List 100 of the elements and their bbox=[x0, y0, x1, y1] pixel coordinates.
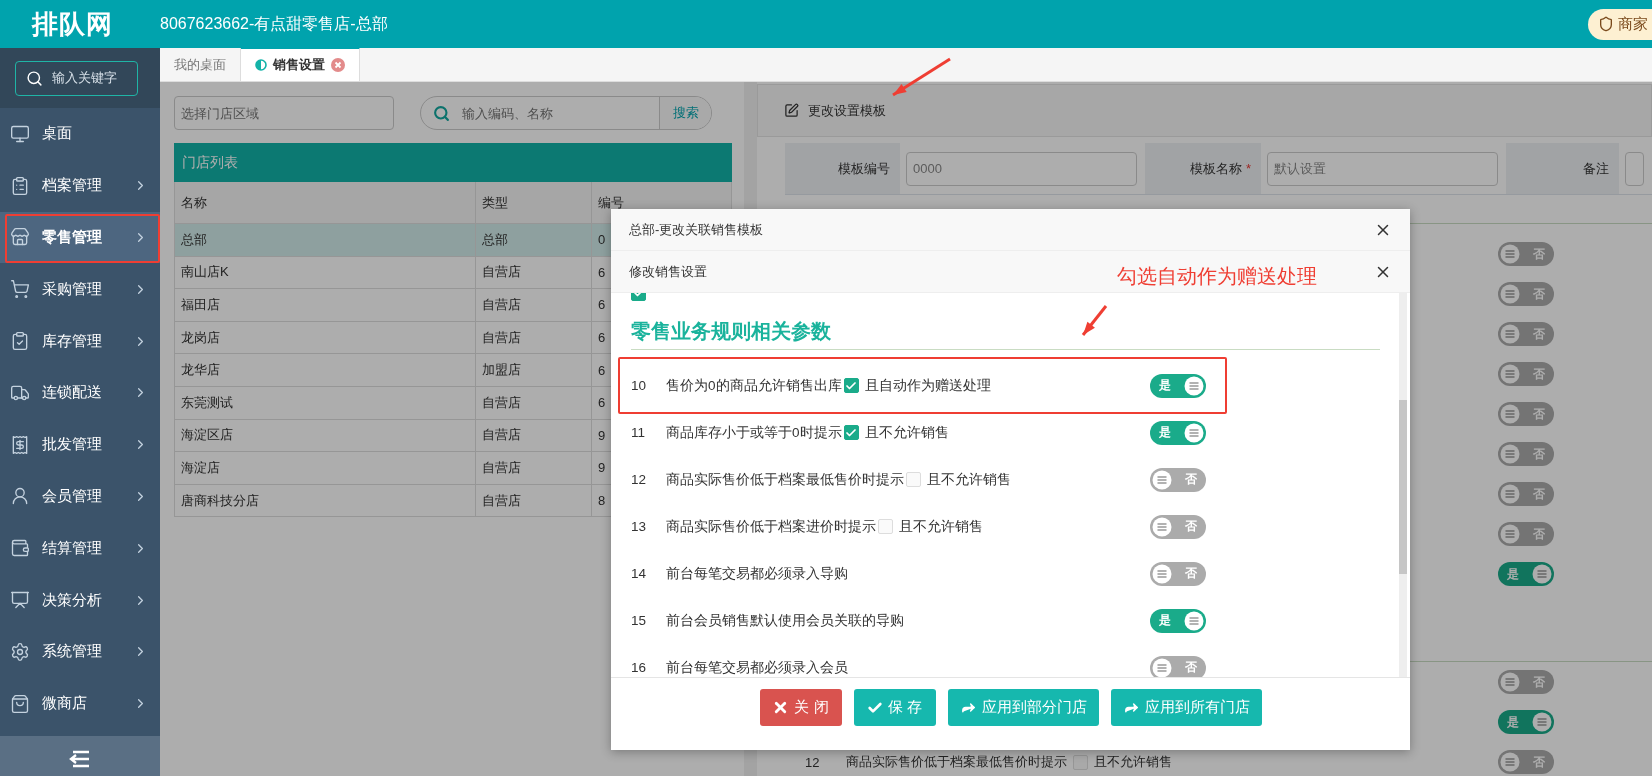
toggle-knob bbox=[1500, 752, 1520, 772]
setting-label: 售价为0的商品允许销售出库 bbox=[666, 376, 842, 395]
check-icon bbox=[845, 379, 857, 392]
table-cell[interactable]: 海淀区店 bbox=[175, 419, 476, 453]
table-cell[interactable]: 龙华店 bbox=[175, 354, 476, 387]
option-label: 且不允许销售 bbox=[927, 470, 1011, 489]
table-cell[interactable]: 南山店K bbox=[175, 256, 476, 290]
close-icon[interactable] bbox=[331, 58, 345, 72]
table-cell[interactable]: 自营店 bbox=[476, 289, 592, 322]
scrollbar[interactable] bbox=[1399, 293, 1407, 677]
sidebar-item[interactable]: 微商店 bbox=[0, 677, 160, 730]
sidebar-item[interactable]: 会员管理 bbox=[0, 470, 160, 523]
setting-label: 商品实际售价低于档案最低售价时提示 bbox=[666, 470, 904, 489]
edit-icon bbox=[784, 103, 799, 118]
sidebar-item[interactable]: 档案管理 bbox=[0, 159, 160, 212]
table-cell[interactable]: 自营店 bbox=[476, 321, 592, 355]
toggle-knob bbox=[1532, 564, 1552, 584]
setting-label: 商品库存小于或等于0时提示 bbox=[666, 423, 842, 442]
row-number: 15 bbox=[631, 613, 648, 628]
sidebar-item[interactable]: 零售管理 bbox=[0, 211, 160, 264]
toggle-knob bbox=[1184, 375, 1204, 396]
setting-label: 前台每笔交易都必须录入导购 bbox=[666, 564, 848, 583]
table-cell[interactable]: 福田店 bbox=[175, 289, 476, 322]
bag-icon bbox=[10, 693, 30, 714]
search-placeholder: 输入关键字 bbox=[52, 69, 117, 87]
table-cell[interactable]: 自营店 bbox=[476, 386, 592, 420]
field-label: 备注 bbox=[1583, 159, 1609, 178]
collapse-button[interactable] bbox=[0, 736, 160, 776]
table-cell[interactable]: 加盟店 bbox=[476, 354, 592, 387]
annotation-arrow bbox=[1081, 305, 1108, 336]
toggle-knob bbox=[1184, 610, 1204, 631]
toggle-knob bbox=[1152, 516, 1172, 537]
toggle-knob bbox=[1500, 244, 1520, 264]
collapse-icon bbox=[69, 750, 91, 768]
store-icon bbox=[10, 227, 30, 248]
search-icon bbox=[26, 69, 43, 87]
toggle-knob bbox=[1500, 444, 1520, 464]
column-header: 类型 bbox=[476, 182, 592, 224]
setting-label: 商品实际售价低于档案进价时提示 bbox=[666, 517, 876, 536]
toggle-knob bbox=[1500, 672, 1520, 692]
sidebar-item[interactable]: 连锁配送 bbox=[0, 367, 160, 419]
row-number: 11 bbox=[631, 425, 646, 440]
row-number: 12 bbox=[631, 472, 648, 487]
column-header: 名称 bbox=[175, 182, 476, 224]
logo: 排队网 bbox=[32, 7, 114, 41]
sidebar-item[interactable]: 批发管理 bbox=[0, 418, 160, 471]
sidebar-item[interactable]: 库存管理 bbox=[0, 315, 160, 367]
checkbox[interactable] bbox=[843, 425, 859, 440]
region-field[interactable]: 选择门店区域 bbox=[174, 96, 394, 130]
toggle-knob bbox=[1500, 404, 1520, 424]
field-label: 模板名称 bbox=[1189, 159, 1242, 178]
field-label: 模板编号 bbox=[838, 159, 890, 178]
table-cell[interactable]: 龙岗店 bbox=[175, 321, 476, 355]
table-cell[interactable]: 自营店 bbox=[476, 256, 592, 290]
presentation-icon bbox=[10, 590, 30, 611]
toggle-knob bbox=[1500, 364, 1520, 384]
section-heading: 零售业务规则相关参数 bbox=[631, 319, 831, 344]
row-number: 12 bbox=[805, 754, 821, 770]
settings-icon bbox=[10, 641, 30, 662]
text-field[interactable] bbox=[1625, 151, 1644, 186]
checkbox[interactable] bbox=[843, 378, 859, 393]
toggle-knob bbox=[1500, 324, 1520, 344]
close-button[interactable]: 关 闭 bbox=[759, 689, 842, 726]
setting-label: 前台会员销售默认使用会员关联的导购 bbox=[666, 611, 904, 630]
search-icon bbox=[433, 104, 450, 122]
table-cell[interactable]: 总部 bbox=[476, 224, 592, 257]
sidebar-item[interactable]: 采购管理 bbox=[0, 263, 160, 316]
table-cell[interactable]: 海淀店 bbox=[175, 452, 476, 485]
toggle-knob bbox=[1532, 712, 1552, 732]
annotation-text: 勾选自动作为赠送处理 bbox=[1117, 264, 1317, 289]
shield-icon bbox=[1598, 16, 1614, 32]
store-title: 8067623662-有点甜零售店-总部 bbox=[160, 13, 389, 34]
tab[interactable]: 销售设置 bbox=[241, 47, 360, 81]
sidebar-item[interactable]: 系统管理 bbox=[0, 625, 160, 678]
row-number: 13 bbox=[631, 519, 648, 534]
table-cell[interactable]: 自营店 bbox=[476, 452, 592, 485]
option-label: 且不允许销售 bbox=[864, 423, 949, 442]
row-number: 14 bbox=[631, 566, 648, 581]
table-cell[interactable]: 总部 bbox=[175, 224, 476, 257]
sidebar-item[interactable]: 结算管理 bbox=[0, 522, 160, 575]
option-label: 且不允许销售 bbox=[1094, 753, 1172, 771]
row-number: 16 bbox=[631, 660, 648, 675]
merchant-badge[interactable]: 商家 bbox=[1588, 8, 1652, 40]
cart-icon bbox=[10, 279, 30, 300]
search-field[interactable]: 输入关键字 bbox=[15, 60, 138, 96]
toggle-knob bbox=[1152, 469, 1172, 490]
half-circle-icon bbox=[255, 59, 267, 71]
edit-template-button[interactable]: 更改设置模板 bbox=[778, 100, 892, 121]
setting-label: 商品实际售价低于档案最低售价时提示 bbox=[846, 753, 1067, 771]
receipt-icon bbox=[10, 434, 30, 455]
table-cell[interactable]: 东莞测试 bbox=[175, 386, 476, 420]
table-title: 门店列表 bbox=[174, 143, 732, 182]
user-icon bbox=[10, 486, 30, 507]
table-cell[interactable]: 自营店 bbox=[476, 484, 592, 518]
sidebar-item[interactable]: 决策分析 bbox=[0, 574, 160, 626]
toggle-knob bbox=[1500, 484, 1520, 504]
sidebar-item[interactable]: 桌面 bbox=[0, 108, 160, 160]
table-cell[interactable]: 唐商科技分店 bbox=[175, 484, 476, 518]
table-cell[interactable]: 自营店 bbox=[476, 419, 592, 453]
setting-label: 前台每笔交易都必须录入会员 bbox=[666, 658, 848, 677]
